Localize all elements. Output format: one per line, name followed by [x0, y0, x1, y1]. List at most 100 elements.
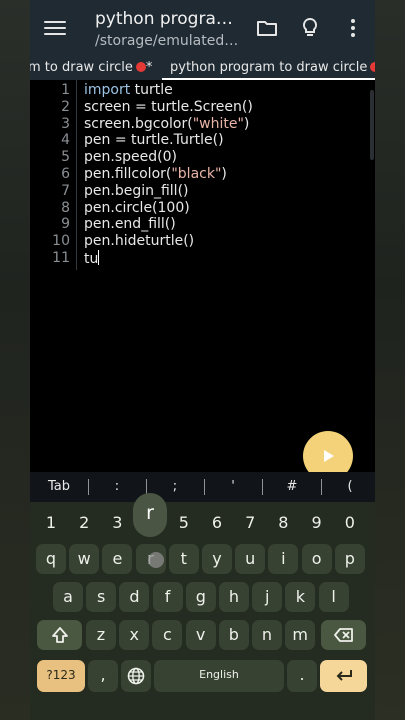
key-c[interactable]: c [152, 620, 183, 650]
symbol-semicolon[interactable]: ; [155, 479, 195, 494]
symbol-bar: Tab : ; ' # ( [30, 472, 375, 502]
enter-icon [336, 670, 352, 681]
key-6[interactable]: 6 [202, 508, 232, 538]
phone-screen: python progra… /storage/emulated… m to d… [30, 0, 375, 720]
code-line[interactable]: 11 tu [30, 250, 375, 267]
code-line[interactable]: 3 screen.bgcolor("white") [30, 116, 375, 133]
key-o[interactable]: o [301, 544, 332, 574]
key-g[interactable]: g [185, 582, 216, 612]
symbol-quote[interactable]: ' [213, 479, 253, 494]
key-f[interactable]: f [152, 582, 183, 612]
tab-draw-circle-2[interactable]: python program to draw circle* [170, 60, 375, 75]
key-9[interactable]: 9 [302, 508, 332, 538]
key-l[interactable]: l [318, 582, 349, 612]
file-path: /storage/emulated… [95, 33, 239, 49]
code-line[interactable]: 8 pen.circle(100) [30, 200, 375, 217]
touch-indicator [148, 552, 164, 568]
symbol-colon[interactable]: : [97, 479, 137, 494]
key-w[interactable]: w [69, 544, 100, 574]
code-token: ) [243, 115, 250, 132]
key-y[interactable]: y [202, 544, 232, 574]
key-x[interactable]: x [119, 620, 150, 650]
key-b[interactable]: b [218, 620, 249, 650]
more-vert-icon[interactable] [340, 15, 366, 41]
key-n[interactable]: n [252, 620, 282, 650]
key-k[interactable]: k [285, 582, 316, 612]
file-title: python progra… [95, 9, 233, 29]
backspace-icon [333, 628, 353, 642]
tab-label: m to draw circle [30, 60, 133, 75]
key-0[interactable]: 0 [335, 508, 365, 538]
symbol-hash[interactable]: # [272, 479, 312, 494]
code-token: pen.hideturtle() [84, 233, 195, 250]
key-j[interactable]: j [252, 582, 283, 612]
enter-key[interactable] [320, 660, 367, 692]
symbols-key[interactable]: ?123 [37, 660, 85, 692]
key-a[interactable]: a [53, 582, 83, 612]
code-line[interactable]: 2 screen = turtle.Screen() [30, 99, 375, 116]
line-number: 2 [61, 98, 70, 115]
separator [204, 479, 205, 495]
modified-dot-icon [370, 62, 375, 72]
globe-icon [127, 667, 145, 685]
backspace-key[interactable] [321, 620, 366, 650]
code-text: import turtle [84, 82, 173, 99]
space-key[interactable]: English [154, 660, 284, 692]
key-h[interactable]: h [219, 582, 249, 612]
code-text: pen.hideturtle() [84, 233, 194, 250]
key-e[interactable]: e [102, 544, 133, 574]
code-line[interactable]: 1 import turtle [30, 82, 375, 99]
key-p[interactable]: p [334, 544, 365, 574]
code-token: tu [84, 251, 99, 267]
key-5[interactable]: 5 [169, 508, 199, 538]
line-number: 1 [61, 82, 70, 98]
key-7[interactable]: 7 [235, 508, 265, 538]
key-s[interactable]: s [86, 582, 117, 612]
app-bar: python progra… /storage/emulated… [30, 0, 375, 58]
code-token: screen = turtle.Screen() [84, 98, 253, 115]
line-number: 10 [52, 233, 70, 250]
language-key[interactable] [121, 660, 151, 692]
string-token: "white" [192, 115, 244, 132]
code-line[interactable]: 6 pen.fillcolor("black") [30, 166, 375, 183]
code-token: pen.end_fill() [84, 216, 176, 233]
code-token: pen = turtle.Turtle() [84, 132, 224, 149]
shift-key[interactable] [37, 620, 82, 650]
key-v[interactable]: v [185, 620, 216, 650]
code-token: pen.circle(100) [84, 199, 190, 216]
code-line[interactable]: 10 pen.hideturtle() [30, 233, 375, 250]
line-number: 9 [61, 216, 70, 233]
key-8[interactable]: 8 [268, 508, 298, 538]
key-t[interactable]: t [168, 544, 199, 574]
key-m[interactable]: m [285, 620, 316, 650]
symbol-tab[interactable]: Tab [39, 479, 79, 494]
line-number: 3 [61, 115, 70, 132]
key-d[interactable]: d [119, 582, 150, 612]
code-line[interactable]: 7 pen.begin_fill() [30, 183, 375, 200]
tab-bar: m to draw circle * python program to draw… [30, 58, 375, 80]
key-z[interactable]: z [86, 620, 116, 650]
key-i[interactable]: i [268, 544, 299, 574]
symbol-paren[interactable]: ( [330, 479, 370, 494]
code-line[interactable]: 9 pen.end_fill() [30, 216, 375, 233]
lightbulb-icon[interactable] [297, 15, 323, 41]
keyword-token: import [84, 82, 131, 98]
key-1[interactable]: 1 [36, 508, 66, 538]
key-3[interactable]: 3 [102, 508, 132, 538]
folder-icon[interactable] [254, 15, 280, 41]
period-key[interactable]: . [287, 660, 317, 692]
code-token: pen.speed(0) [84, 149, 177, 166]
code-editor[interactable]: 1 import turtle 2 screen = turtle.Screen() 3… [30, 80, 375, 472]
text-cursor [98, 250, 100, 265]
code-token: screen.bgcolor( [84, 115, 193, 132]
code-text: pen.circle(100) [84, 200, 190, 217]
key-2[interactable]: 2 [69, 508, 99, 538]
key-u[interactable]: u [235, 544, 266, 574]
menu-icon[interactable] [44, 18, 66, 40]
code-line[interactable]: 5 pen.speed(0) [30, 149, 375, 166]
tab-draw-circle-1[interactable]: m to draw circle * [30, 60, 152, 75]
key-q[interactable]: q [36, 544, 66, 574]
comma-key[interactable]: , [88, 660, 118, 692]
code-line[interactable]: 4 pen = turtle.Turtle() [30, 132, 375, 149]
code-text: pen.speed(0) [84, 149, 177, 166]
